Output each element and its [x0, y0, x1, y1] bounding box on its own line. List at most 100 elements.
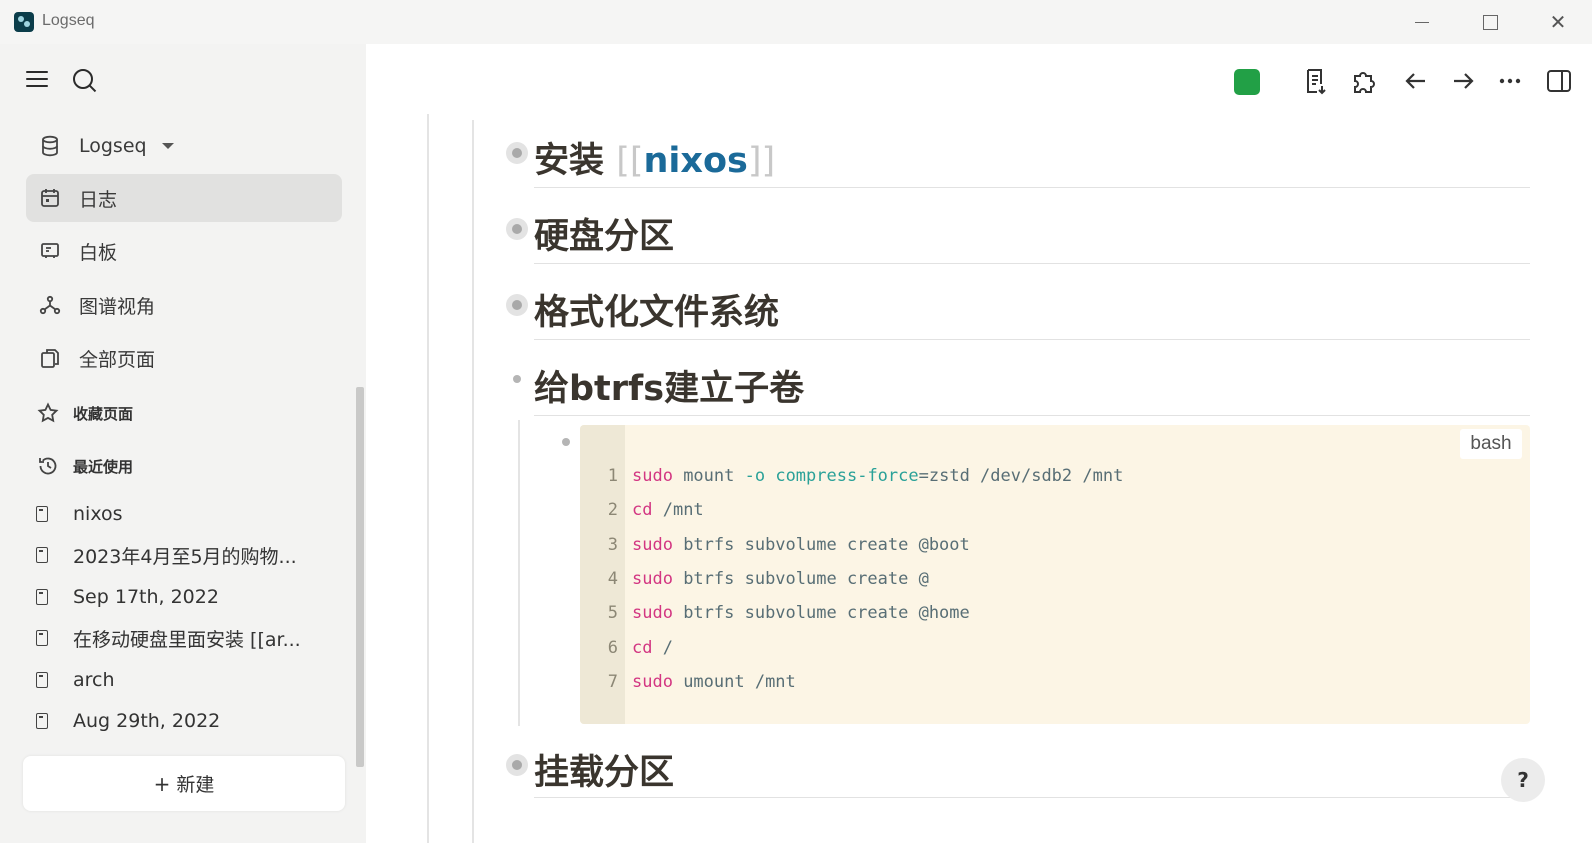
- child-guide-line: [518, 420, 520, 726]
- code-token: sudo: [632, 603, 673, 624]
- heading-divider: [534, 339, 1530, 340]
- collapsed-bullet-icon[interactable]: [506, 294, 528, 316]
- code-line[interactable]: 2 cd /mnt: [580, 493, 1480, 527]
- arrow-right-icon[interactable]: [1448, 66, 1478, 96]
- code-block[interactable]: bash 1 sudo mount -o compress-force=zstd …: [580, 425, 1530, 724]
- page-guide-line: [427, 114, 429, 843]
- search-icon[interactable]: [72, 68, 98, 94]
- code-token: mount: [672, 466, 735, 486]
- block-heading[interactable]: 给btrfs建立子卷: [534, 360, 804, 411]
- code-text: sudo btrfs subvolume create @home: [632, 596, 970, 630]
- close-button[interactable]: ✕: [1544, 8, 1572, 36]
- arrow-left-icon[interactable]: [1401, 66, 1431, 96]
- block[interactable]: 硬盘分区: [506, 208, 1530, 268]
- block[interactable]: 给btrfs建立子卷: [506, 360, 1530, 420]
- recent-item[interactable]: arch: [36, 665, 336, 695]
- more-icon[interactable]: [1496, 66, 1526, 96]
- code-token: cd: [632, 637, 653, 658]
- block-heading[interactable]: 安装 [[nixos]]: [534, 132, 775, 183]
- code-text: sudo btrfs subvolume create @boot: [632, 528, 970, 562]
- line-number: 3: [607, 534, 618, 555]
- whiteboard-icon: [41, 243, 59, 258]
- block-heading[interactable]: 挂载分区: [534, 744, 674, 795]
- collapsed-bullet-icon[interactable]: [506, 218, 528, 240]
- code-line[interactable]: 7 sudo umount /mnt: [580, 665, 1480, 699]
- code-text: sudo umount /mnt: [632, 665, 796, 699]
- favorites-label: 收藏页面: [73, 404, 134, 423]
- heading-divider: [534, 415, 1530, 416]
- calendar-icon: [41, 189, 59, 207]
- collapsed-bullet-icon[interactable]: [506, 142, 528, 164]
- page-icon: [36, 630, 48, 646]
- right-sidebar-toggle-icon[interactable]: [1544, 66, 1574, 96]
- recent-item[interactable]: Sep 17th, 2022: [36, 582, 336, 612]
- window-title: Logseq: [42, 12, 95, 29]
- favorites-section-header[interactable]: 收藏页面: [36, 398, 133, 428]
- heading-divider: [534, 797, 1530, 798]
- new-page-button[interactable]: + 新建: [23, 756, 345, 811]
- line-number: 5: [607, 603, 618, 624]
- code-line[interactable]: 4 sudo btrfs subvolume create @: [580, 562, 1480, 596]
- code-token: sudo: [632, 466, 673, 486]
- collapsed-bullet-icon[interactable]: [506, 754, 528, 776]
- sync-status-indicator[interactable]: [1234, 69, 1260, 95]
- bullet-icon[interactable]: [562, 438, 570, 446]
- recent-item[interactable]: Aug 29th, 2022: [36, 706, 336, 736]
- code-line[interactable]: 1 sudo mount -o compress-force=zstd /dev/…: [580, 459, 1480, 493]
- heading-text: 安装: [534, 141, 605, 181]
- block[interactable]: 安装 [[nixos]]: [506, 132, 1530, 192]
- new-button-label: 新建: [176, 774, 215, 796]
- recent-item-label: Sep 17th, 2022: [73, 586, 219, 608]
- code-line[interactable]: 3 sudo btrfs subvolume create @boot: [580, 528, 1480, 562]
- recent-item[interactable]: nixos: [36, 499, 336, 529]
- page-icon: [36, 589, 48, 605]
- recent-item-label: nixos: [73, 503, 123, 525]
- code-token: btrfs subvolume create @boot: [672, 534, 970, 555]
- block-guide-line: [472, 120, 474, 843]
- page-link-nixos[interactable]: nixos: [644, 141, 748, 181]
- sidebar-item-journals[interactable]: 日志: [26, 174, 342, 222]
- sidebar-item-whiteboards[interactable]: 白板: [26, 227, 342, 275]
- block[interactable]: 格式化文件系统: [506, 284, 1530, 344]
- recent-item-label: 在移动硬盘里面安装 [[ar...: [73, 628, 301, 651]
- puzzle-icon[interactable]: [1349, 66, 1379, 96]
- page-icon: [36, 506, 48, 522]
- sidebar-item-label: 白板: [79, 241, 118, 264]
- sidebar-item-label: 图谱视角: [79, 295, 156, 318]
- code-language-label[interactable]: bash: [1460, 429, 1522, 459]
- heading-divider: [534, 187, 1530, 188]
- sidebar-item-label: 日志: [79, 188, 118, 211]
- recent-item-label: 2023年4月至5月的购物...: [73, 545, 297, 568]
- block-heading[interactable]: 格式化文件系统: [534, 284, 779, 335]
- app-window: Logseq ✕ Logseq 日志 白板 图谱视角 全部页面 收藏页面 最近使…: [0, 0, 1592, 843]
- recent-label: 最近使用: [73, 457, 134, 476]
- code-token: sudo: [632, 568, 673, 589]
- maximize-button[interactable]: [1476, 8, 1504, 36]
- page-icon: [36, 547, 48, 563]
- code-line[interactable]: 5 sudo btrfs subvolume create @home: [580, 596, 1480, 630]
- recent-item[interactable]: 2023年4月至5月的购物...: [36, 540, 336, 570]
- minimize-button[interactable]: [1408, 8, 1436, 36]
- menu-icon[interactable]: [25, 68, 51, 94]
- recent-item[interactable]: 在移动硬盘里面安装 [[ar...: [36, 623, 336, 653]
- recent-section-header[interactable]: 最近使用: [36, 451, 133, 481]
- code-line[interactable]: 6 cd /: [580, 631, 1480, 665]
- code-token: /: [652, 637, 673, 658]
- sidebar-item-graph-view[interactable]: 图谱视角: [26, 281, 342, 329]
- document-mode-icon[interactable]: [1301, 66, 1331, 96]
- bullet-icon[interactable]: [506, 368, 528, 390]
- sidebar-item-all-pages[interactable]: 全部页面: [26, 334, 342, 382]
- database-icon: [42, 135, 58, 157]
- block-heading[interactable]: 硬盘分区: [534, 208, 674, 259]
- link-bracket: ]]: [747, 141, 776, 181]
- help-button[interactable]: ?: [1501, 758, 1545, 802]
- main-content: 安装 [[nixos]] 硬盘分区 格式化文件系统 给btrfs建立子卷 bas…: [366, 44, 1592, 843]
- sidebar-scrollbar[interactable]: [356, 387, 364, 767]
- line-number: 6: [607, 637, 618, 658]
- block[interactable]: 挂载分区: [506, 744, 1530, 804]
- graph-selector[interactable]: Logseq: [26, 122, 342, 170]
- code-text: cd /: [632, 631, 673, 665]
- code-text: sudo mount -o compress-force=zstd /dev/s…: [632, 459, 1123, 493]
- code-text: sudo btrfs subvolume create @: [632, 562, 929, 596]
- recent-item-label: arch: [73, 669, 115, 691]
